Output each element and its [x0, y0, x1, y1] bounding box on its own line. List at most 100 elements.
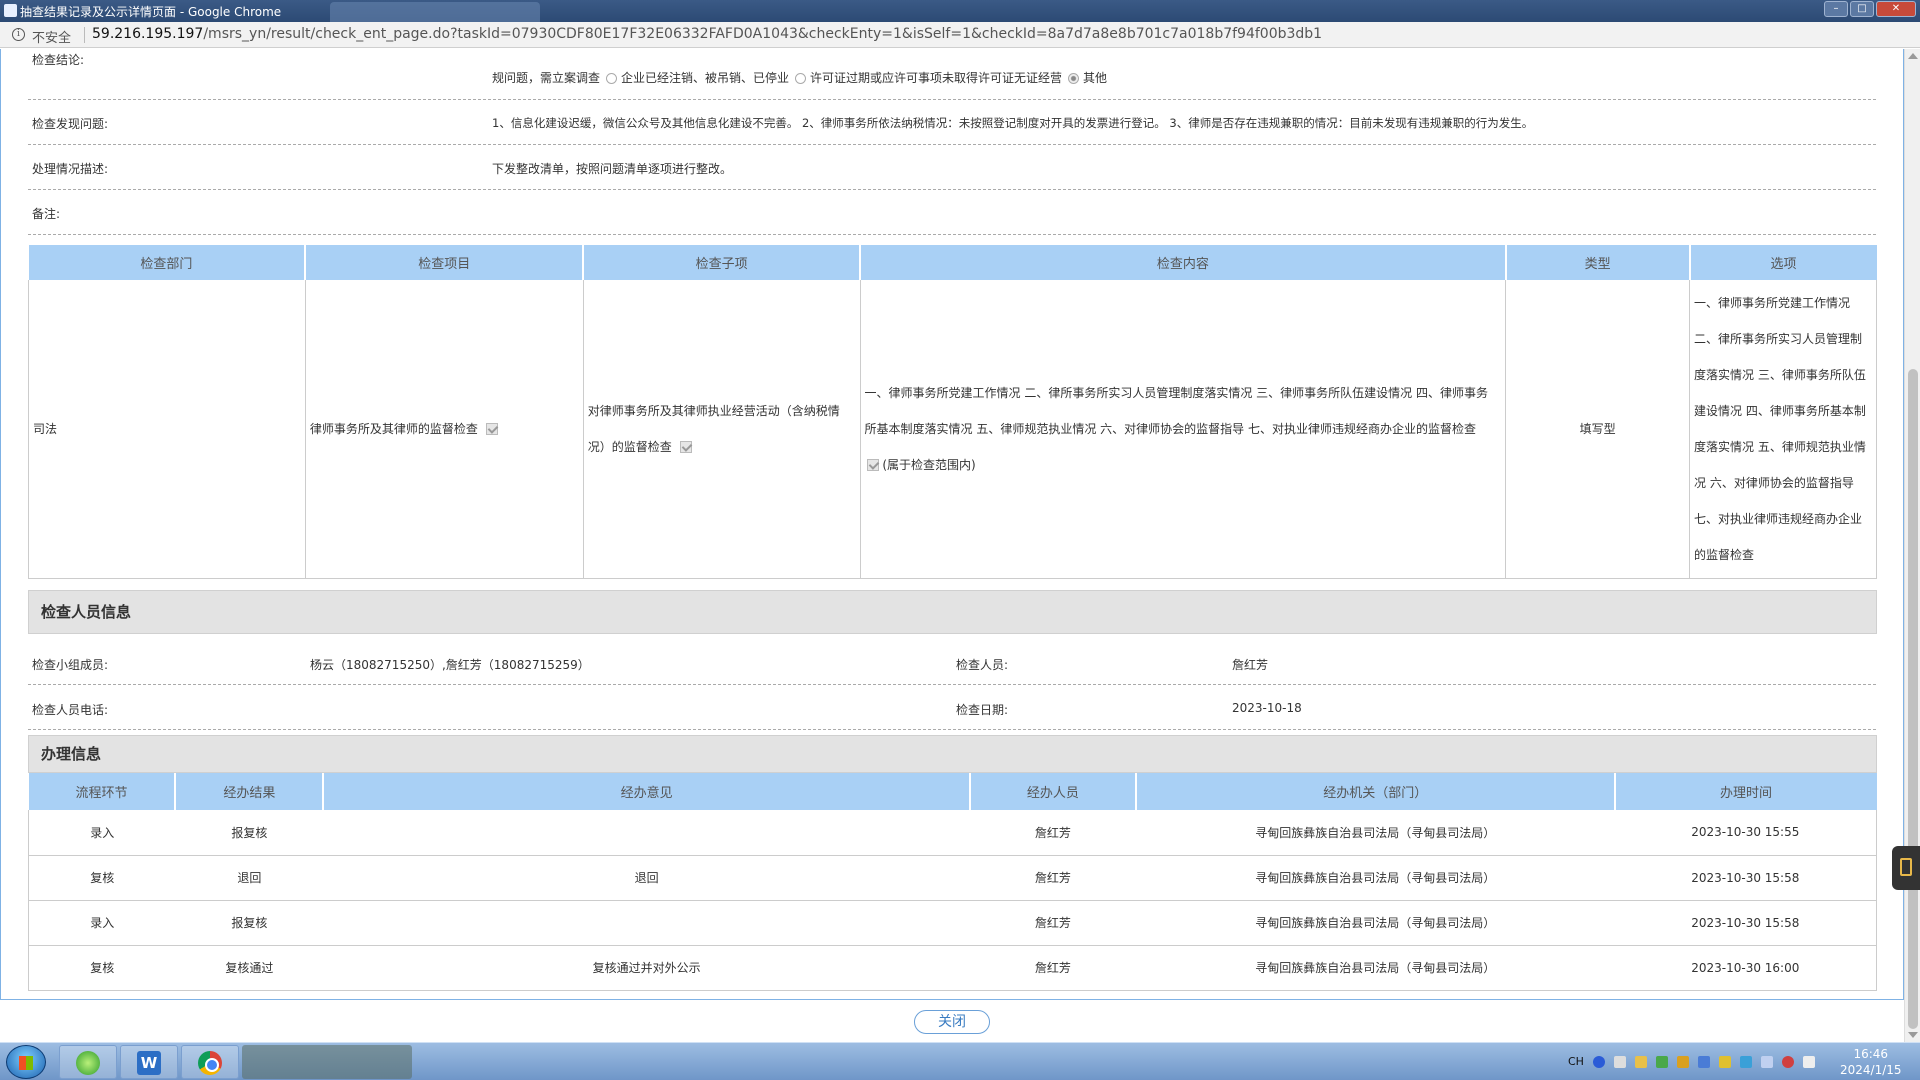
table-row: 司法 律师事务所及其律师的监督检查 对律师事务所及其律师执业经营活动（含纳税情况… [28, 280, 1877, 579]
step-cell: 录入 [28, 900, 176, 946]
time-cell: 2023-10-30 15:58 [1614, 855, 1877, 901]
handler-cell: 詹红芳 [969, 810, 1136, 856]
vertical-scrollbar[interactable] [1904, 49, 1920, 1042]
remarks-row: 备注: [28, 190, 1876, 235]
process-section-header: 办理信息 [28, 735, 1877, 773]
person-value: 詹红芳 [1232, 658, 1269, 672]
header-item: 检查项目 [305, 245, 585, 280]
table-row: 录入 报复核 詹红芳 寻甸回族彝族自治县司法局（寻甸县司法局） 2023-10-… [28, 900, 1877, 946]
handling-row: 处理情况描述: 下发整改清单，按照问题清单逐项进行整改。 [28, 145, 1876, 190]
header-result: 经办结果 [175, 773, 325, 810]
issues-value: 1、信息化建设迟缓，微信公众号及其他信息化建设不完善。 2、律师事务所依法纳税情… [492, 116, 1534, 130]
taskbar-app-ie[interactable] [59, 1045, 117, 1079]
language-indicator[interactable]: CH [1568, 1055, 1584, 1068]
options-value: 一、律师事务所党建工作情况 二、律所事务所实习人员管理制度落实情况 三、律师事务… [1694, 295, 1866, 562]
cell-item: 律师事务所及其律师的监督检查 [304, 280, 584, 579]
opinion-cell: 复核通过并对外公示 [323, 945, 970, 991]
clock[interactable]: 16:46 2024/1/15 [1840, 1046, 1902, 1078]
tray-icon[interactable] [1613, 1055, 1626, 1068]
header-type: 类型 [1505, 245, 1691, 280]
divider [84, 27, 85, 43]
date-value: 2023-10-18 [1232, 701, 1302, 715]
opinion-cell [323, 900, 970, 946]
date-label: 检查日期: [956, 703, 1009, 717]
person-label: 检查人员: [956, 658, 1009, 672]
result-cell: 报复核 [175, 810, 324, 856]
url-host: 59.216.195.197 [92, 26, 204, 42]
handler-cell: 詹红芳 [969, 945, 1136, 991]
taskbar-app-chrome[interactable] [181, 1045, 239, 1079]
opinion-cell [323, 810, 970, 856]
content-value: 一、律师事务所党建工作情况 二、律所事务所实习人员管理制度落实情况 三、律师事务… [864, 385, 1488, 436]
side-tool-button[interactable] [1892, 846, 1920, 890]
help-icon[interactable] [1592, 1055, 1605, 1068]
content-checkbox[interactable] [866, 458, 879, 471]
minimize-button[interactable]: – [1824, 1, 1848, 17]
maximize-button[interactable]: □ [1850, 1, 1874, 17]
agency-cell: 寻甸回族彝族自治县司法局（寻甸县司法局） [1135, 945, 1615, 991]
clock-time: 16:46 [1853, 1047, 1889, 1061]
scroll-up-icon[interactable] [1908, 53, 1918, 59]
conclusion-option-2: 企业已经注销、被吊销、已停业 [621, 71, 790, 85]
taskbar-app-blurred[interactable] [242, 1045, 412, 1079]
cell-content: 一、律师事务所党建工作情况 二、律所事务所实习人员管理制度落实情况 三、律师事务… [859, 280, 1507, 579]
header-content: 检查内容 [860, 245, 1507, 280]
conclusion-label: 检查结论: [32, 53, 85, 67]
result-cell: 报复核 [175, 900, 324, 946]
time-cell: 2023-10-30 15:58 [1614, 900, 1877, 946]
tray-icon[interactable] [1760, 1055, 1773, 1068]
tray-icon[interactable] [1676, 1055, 1689, 1068]
remarks-label: 备注: [32, 207, 61, 221]
scroll-down-icon[interactable] [1908, 1032, 1918, 1038]
network-icon[interactable] [1802, 1055, 1815, 1068]
page-content: 检查结论: 规问题，需立案调查 企业已经注销、被吊销、已停业 许可证过期或应许可事项… [0, 49, 1904, 1000]
address-bar[interactable]: i 不安全 59.216.195.197/msrs_yn/result/chec… [0, 22, 1920, 48]
dept-value: 司法 [33, 421, 58, 436]
url-text[interactable]: 59.216.195.197/msrs_yn/result/check_ent_… [92, 26, 1322, 42]
url-path: /msrs_yn/result/check_ent_page.do?taskId… [203, 26, 1323, 42]
taskbar-app-word[interactable]: W [120, 1045, 178, 1079]
radio-button[interactable] [795, 73, 807, 84]
cell-subitem: 对律师事务所及其律师执业经营活动（含纳税情况）的监督检查 [582, 280, 861, 579]
header-options: 选项 [1689, 245, 1877, 280]
security-status[interactable]: 不安全 [32, 27, 71, 46]
radio-button-selected[interactable] [1068, 73, 1080, 84]
content-note: (属于检查范围内) [882, 457, 976, 472]
tray-icon[interactable] [1781, 1055, 1794, 1068]
conclusion-row: 检查结论: 规问题，需立案调查 企业已经注销、被吊销、已停业 许可证过期或应许可事项… [28, 49, 1876, 100]
table-row: 复核 退回 退回 詹红芳 寻甸回族彝族自治县司法局（寻甸县司法局） 2023-1… [28, 855, 1877, 901]
agency-cell: 寻甸回族彝族自治县司法局（寻甸县司法局） [1135, 810, 1615, 856]
handling-label: 处理情况描述: [32, 162, 109, 176]
chrome-icon [198, 1051, 222, 1075]
step-cell: 复核 [28, 855, 176, 901]
item-checkbox[interactable] [485, 422, 498, 435]
system-tray: CH [1568, 1055, 1815, 1068]
group-value: 杨云（18082715250）,詹红芳（18082715259） [310, 658, 590, 672]
start-button[interactable] [6, 1045, 46, 1079]
header-step: 流程环节 [28, 773, 177, 810]
time-cell: 2023-10-30 16:00 [1614, 945, 1877, 991]
handling-value: 下发整改清单，按照问题清单逐项进行整改。 [492, 162, 733, 176]
scrollbar-thumb[interactable] [1908, 369, 1918, 1029]
radio-button[interactable] [606, 73, 618, 84]
page-icon [4, 4, 17, 17]
header-agency: 经办机关（部门） [1135, 773, 1616, 810]
tray-icon[interactable] [1697, 1055, 1710, 1068]
tray-icon[interactable] [1634, 1055, 1647, 1068]
window-titlebar: 抽查结果记录及公示详情页面 - Google Chrome – □ ✕ [0, 0, 1920, 22]
subitem-checkbox[interactable] [679, 440, 692, 453]
close-button[interactable]: 关闭 [914, 1010, 990, 1034]
issues-label: 检查发现问题: [32, 117, 109, 131]
clock-date: 2024/1/15 [1840, 1063, 1902, 1077]
tray-icon[interactable] [1739, 1055, 1752, 1068]
close-window-button[interactable]: ✕ [1876, 1, 1916, 17]
tray-icon[interactable] [1655, 1055, 1668, 1068]
agency-cell: 寻甸回族彝族自治县司法局（寻甸县司法局） [1135, 855, 1615, 901]
header-time: 办理时间 [1614, 773, 1877, 810]
conclusion-option-4: 其他 [1083, 71, 1108, 85]
phone-label: 检查人员电话: [32, 703, 109, 717]
background-tab[interactable] [330, 2, 540, 22]
lock-icon[interactable] [1718, 1055, 1731, 1068]
clipboard-icon [1900, 858, 1912, 876]
info-icon[interactable]: i [12, 28, 25, 41]
